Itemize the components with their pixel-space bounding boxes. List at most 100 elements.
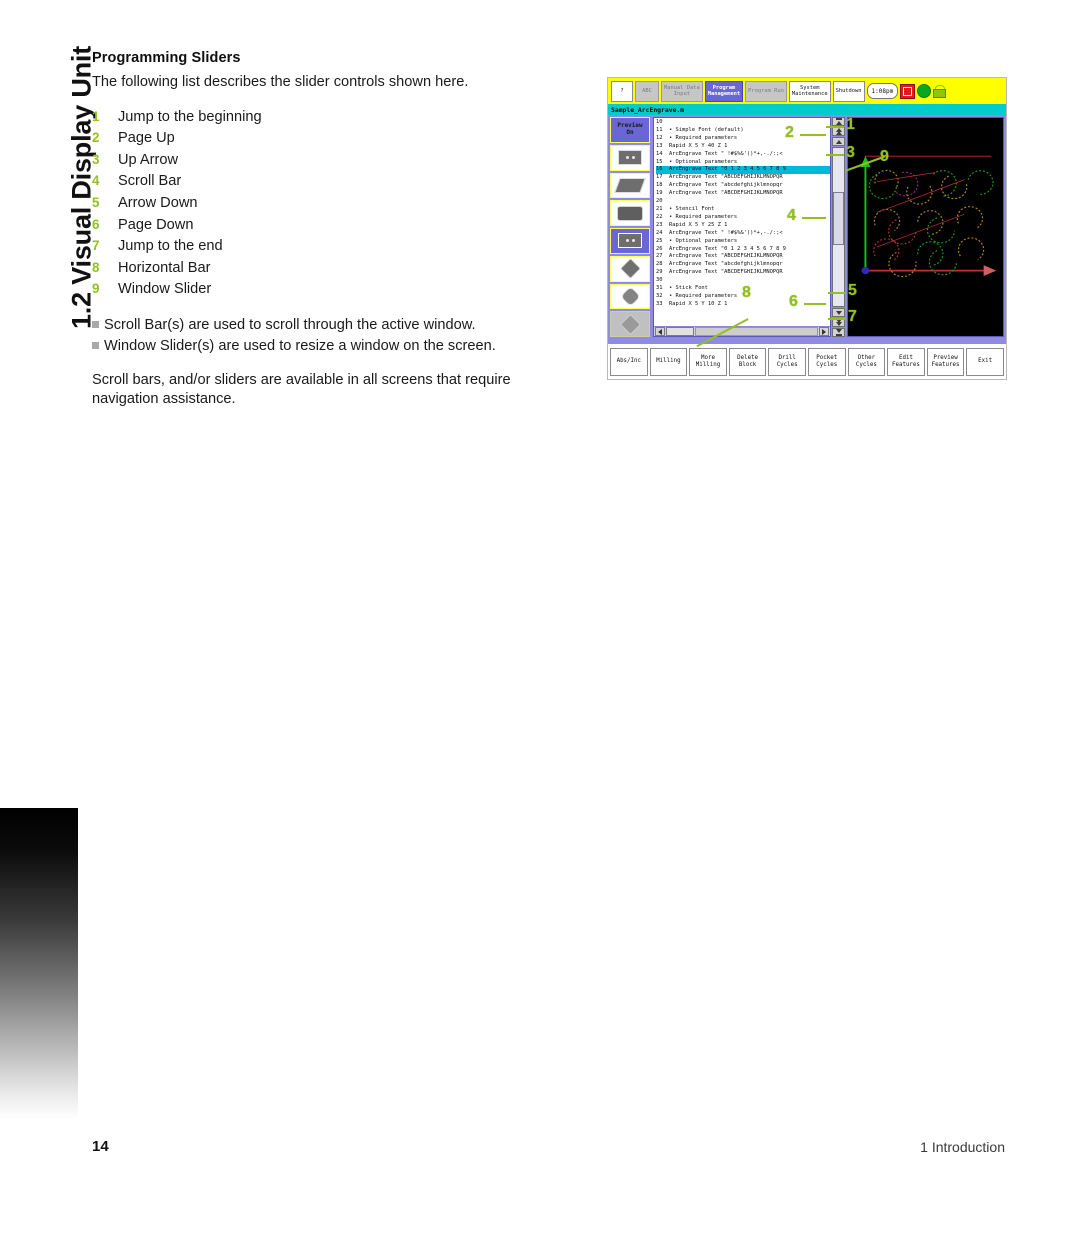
callout-8: 8 [742, 284, 751, 301]
toolpath-preview[interactable] [847, 117, 1004, 337]
list-item: 5 Arrow Down [92, 193, 572, 215]
scroll-bar-track[interactable] [832, 147, 845, 307]
mode-button-program-management[interactable]: Program Management [704, 80, 744, 102]
code-line[interactable]: 26 ArcEngrave Text "0 1 2 3 4 5 6 7 8 9 [656, 246, 830, 254]
list-item-label: Horizontal Bar [118, 259, 211, 276]
code-line[interactable]: 23 Rapid X 5 Y 25 Z 1 [656, 222, 830, 230]
code-line[interactable]: 21 • Stencil Font [656, 206, 830, 214]
list-item: 2 Page Up [92, 128, 572, 150]
code-line[interactable]: 13 Rapid X 5 Y 40 Z 1 [656, 143, 830, 151]
clock-display: 1:08pm [866, 83, 899, 99]
leader-6 [804, 303, 826, 305]
rail-slab-icon[interactable] [610, 172, 650, 199]
up-arrow-button[interactable] [832, 137, 845, 146]
softkey-row: Abs/Inc Milling More Milling Delete Block Dril… [608, 339, 1006, 379]
code-line[interactable]: 24 ArcEngrave Text " !#$%&'()*+,-./:;< [656, 230, 830, 238]
content-column: Programming Sliders The following list d… [92, 50, 572, 410]
mode-button-system-maintenance[interactable]: System Maintenance [788, 80, 831, 102]
code-line[interactable]: 16 ArcEngrave Text "0 1 2 3 4 5 6 7 8 9 [656, 166, 830, 175]
callout-1: 1 [846, 116, 855, 133]
code-line[interactable]: 14 ArcEngrave Text " !#$%&'()*+,-./:;< [656, 151, 830, 159]
list-item: 9 Window Slider [92, 279, 572, 301]
bullet-note: Window Slider(s) are used to resize a wi… [92, 336, 572, 357]
help-button[interactable]: ? [611, 80, 633, 102]
list-item: 7 Jump to the end [92, 236, 572, 258]
slider-legend-list: 1 Jump to the beginning 2 Page Up 3 Up Arrow 4… [92, 107, 572, 301]
leader-4 [802, 217, 826, 219]
page-up-button[interactable] [832, 127, 845, 136]
preview-toggle-button[interactable]: Preview On [610, 117, 650, 143]
list-item-number: 7 [92, 238, 100, 254]
bullet-notes: Scroll Bar(s) are used to scroll through… [92, 315, 572, 357]
rail-rounded-slab-icon[interactable] [610, 200, 650, 226]
list-item-number: 6 [92, 216, 100, 232]
bullet-note-text: Window Slider(s) are used to resize a wi… [104, 337, 496, 354]
list-item-number: 1 [92, 108, 100, 124]
list-item: 4 Scroll Bar [92, 171, 572, 193]
mode-button-manual-data-input[interactable]: Manual Data Input [661, 80, 703, 102]
scroll-left-arrow-icon[interactable] [655, 327, 665, 336]
bullet-square-icon [92, 320, 99, 328]
jump-to-end-button[interactable] [832, 328, 845, 337]
callout-2: 2 [785, 124, 794, 141]
rail-rounded-diamond-icon[interactable] [610, 283, 650, 310]
horizontal-scrollbar[interactable] [654, 326, 830, 336]
horizontal-scroll-track[interactable] [695, 327, 818, 336]
jump-to-beginning-button[interactable] [832, 117, 845, 126]
cnc-top-toolbar: ? ABC Manual Data Input Program Management… [608, 78, 1006, 104]
unlocked-icon[interactable] [933, 84, 947, 98]
scroll-bar-thumb[interactable] [833, 192, 844, 245]
mode-button-shutdown[interactable]: Shutdown [832, 80, 865, 102]
list-item-label: Page Up [118, 130, 175, 147]
code-line[interactable]: 28 ArcEngrave Text "abcdefghijklmnopqr [656, 261, 830, 269]
code-line[interactable]: 15 • Optional parameters [656, 159, 830, 167]
list-item-label: Window Slider [118, 281, 212, 298]
softkey-exit[interactable]: Exit [966, 347, 1004, 376]
softkey-delete-block[interactable]: Delete Block [728, 347, 767, 376]
softkey-edit-features[interactable]: Edit Features [887, 347, 925, 376]
code-line[interactable]: 29 ArcEngrave Text "ABCDEFGHIJKLMNOPQR [656, 269, 830, 277]
list-item-label: Page Down [118, 216, 194, 233]
code-line[interactable]: 17 ArcEngrave Text "ABCDEFGHIJKLMNOPQR [656, 174, 830, 182]
rail-frame-icon[interactable] [610, 228, 650, 254]
list-item-label: Jump to the end [118, 238, 223, 255]
leader-5 [828, 292, 846, 294]
tool-rail: Preview On [610, 117, 650, 337]
list-item-label: Arrow Down [118, 194, 198, 211]
code-line[interactable]: 27 ArcEngrave Text "ABCDEFGHIJKLMNOPQR [656, 253, 830, 261]
scroll-right-arrow-icon[interactable] [819, 327, 829, 336]
rail-chip-icon[interactable] [610, 144, 650, 171]
arrow-down-button[interactable] [832, 308, 845, 317]
softkey-milling[interactable]: Milling [649, 347, 688, 376]
bullet-note-text: Scroll Bar(s) are used to scroll through… [104, 316, 476, 333]
code-line[interactable]: 12 • Required parameters [656, 135, 830, 143]
softkey-preview-features[interactable]: Preview Features [926, 347, 965, 376]
list-item: 1 Jump to the beginning [92, 107, 572, 129]
code-line[interactable]: 18 ArcEngrave Text "abcdefghijklmnopqr [656, 182, 830, 190]
softkey-other-cycles[interactable]: Other Cycles [847, 347, 886, 376]
list-item: 3 Up Arrow [92, 150, 572, 172]
code-line[interactable]: 10 [656, 119, 830, 127]
code-line[interactable]: 25 • Optional parameters [656, 238, 830, 246]
manual-page: 1.2 Visual Display Unit Programming Slid… [0, 0, 1080, 1234]
softkey-pocket-cycles[interactable]: Pocket Cycles [807, 347, 846, 376]
vertical-scrollbar[interactable] [832, 117, 845, 337]
mode-button-abc[interactable]: ABC [635, 80, 659, 102]
softkey-more-milling[interactable]: More Milling [689, 347, 727, 376]
status-led-icon [917, 84, 932, 98]
list-item-label: Jump to the beginning [118, 108, 262, 125]
code-line[interactable]: 20 [656, 198, 830, 206]
callout-4: 4 [787, 207, 796, 224]
code-line[interactable]: 19 ArcEngrave Text "ABCDEFGHIJKLMNOPQR [656, 190, 830, 198]
rail-diamond-icon[interactable] [610, 255, 650, 282]
mode-button-program-run[interactable]: Program Run [745, 80, 787, 102]
list-item-label: Scroll Bar [118, 173, 182, 190]
estop-icon[interactable] [900, 83, 916, 99]
leader-3 [826, 154, 844, 156]
softkey-abs-inc[interactable]: Abs/Inc [610, 347, 648, 376]
bullet-note: Scroll Bar(s) are used to scroll through… [92, 315, 572, 336]
horizontal-bar-thumb[interactable] [666, 327, 694, 336]
list-item: 8 Horizontal Bar [92, 258, 572, 280]
list-item-number: 2 [92, 130, 100, 146]
softkey-drill-cycles[interactable]: Drill Cycles [768, 347, 806, 376]
